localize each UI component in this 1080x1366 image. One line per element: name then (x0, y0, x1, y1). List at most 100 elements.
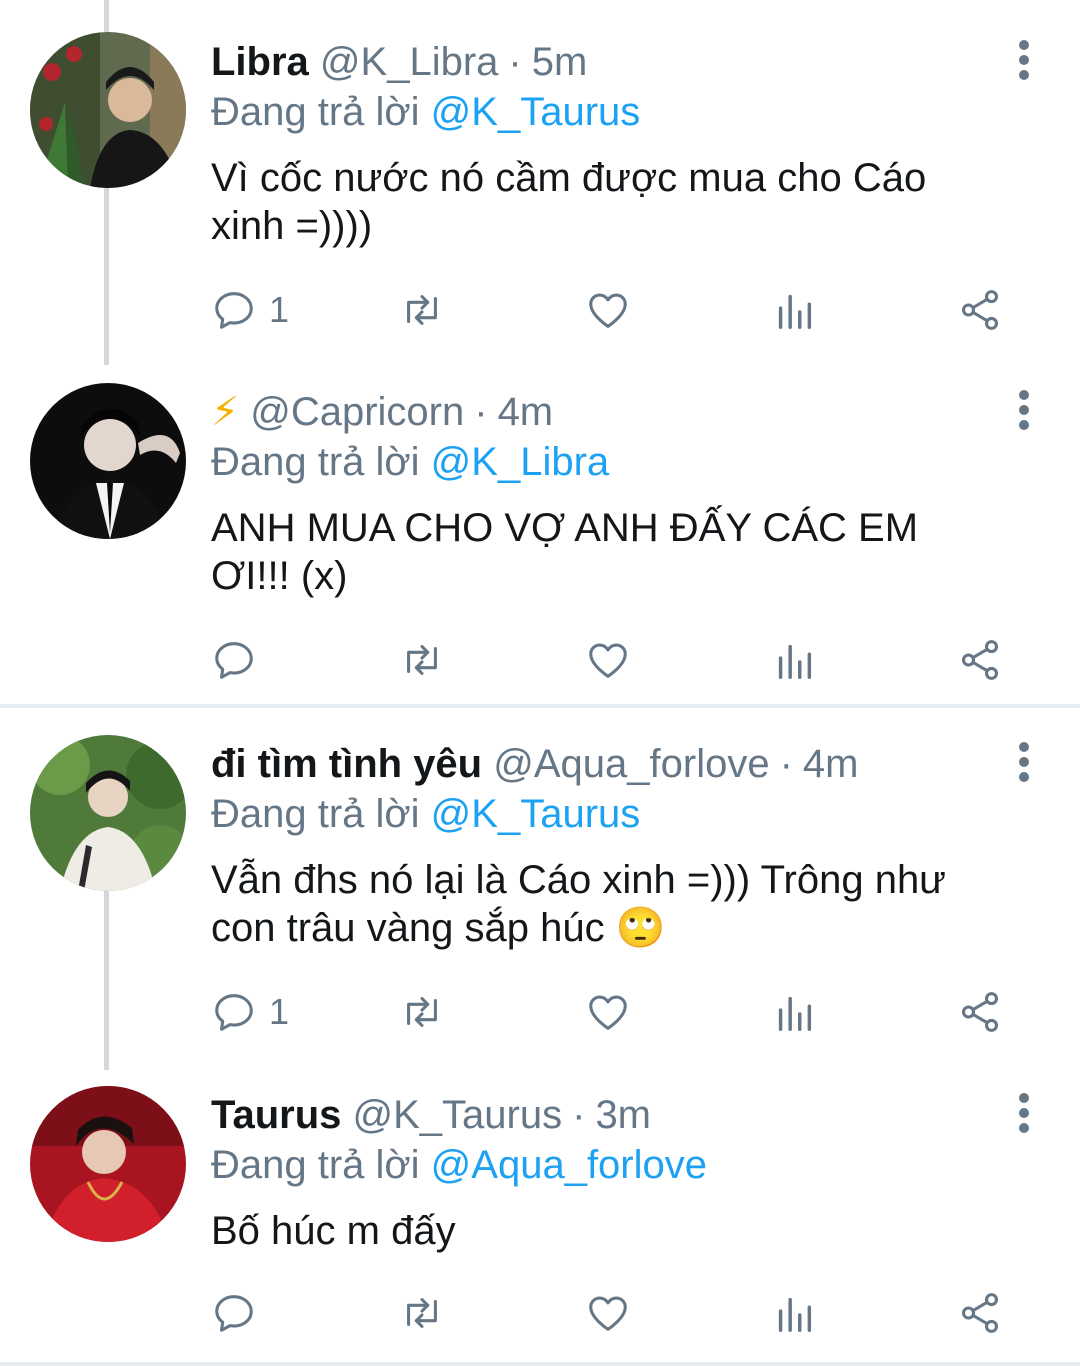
tweet-text-line: Vì cốc nước nó cầm được mua cho Cáo (211, 156, 927, 200)
more-options-icon[interactable] (1016, 1093, 1032, 1133)
user-handle[interactable]: @K_Libra (320, 40, 498, 84)
display-name[interactable]: ⚡ (211, 390, 239, 434)
reply-mention-link[interactable]: @Aqua_forlove (431, 1143, 707, 1187)
share-button[interactable] (957, 986, 1003, 1038)
reply-count: 1 (269, 991, 290, 1032)
tweet[interactable]: đi tìm tình yêu @Aqua_forlove · 4m Đang tr… (0, 702, 1080, 1062)
analytics-icon (778, 644, 812, 679)
reply-button[interactable] (211, 1287, 269, 1339)
analytics-button[interactable] (771, 284, 817, 336)
display-name[interactable]: Taurus (211, 1093, 341, 1137)
share-icon (961, 1293, 999, 1333)
separator-dot: · (779, 742, 793, 786)
retweet-button[interactable] (399, 986, 445, 1038)
tweet-text: ANH MUA CHO VỢ ANH ĐẤY CÁC EM ƠI!!! (x) (211, 504, 1010, 600)
tweet-text-line: ƠI!!! (x) (211, 554, 348, 598)
tweet[interactable]: Taurus @K_Taurus · 3m Đang trả lời @Aqua_f… (0, 1053, 1080, 1366)
like-icon (589, 293, 627, 328)
reply-context: Đang trả lời @K_Taurus (211, 88, 1010, 140)
tweet[interactable]: Libra @K_Libra · 5m Đang trả lời @K_Taurus… (0, 0, 1080, 360)
analytics-button[interactable] (771, 1287, 817, 1339)
reply-button[interactable]: 1 (211, 986, 289, 1038)
reply-context: Đang trả lời @K_Taurus (211, 790, 1010, 842)
display-name[interactable]: Libra (211, 40, 309, 84)
reply-button[interactable]: 1 (211, 284, 289, 336)
retweet-button[interactable] (399, 284, 445, 336)
reply-prefix: Đang trả lời (211, 440, 420, 484)
display-name[interactable]: đi tìm tình yêu (211, 742, 482, 786)
share-button[interactable] (957, 634, 1003, 686)
tweet-actions: 1 (211, 284, 1011, 336)
like-icon (589, 1296, 627, 1331)
analytics-button[interactable] (771, 634, 817, 686)
timestamp[interactable]: 4m (803, 742, 859, 786)
reply-icon (215, 642, 253, 679)
avatar[interactable] (30, 32, 186, 188)
reply-mention-link[interactable]: @K_Taurus (431, 90, 641, 134)
retweet-button[interactable] (399, 1287, 445, 1339)
tweet-text: Bố húc m đấy (211, 1207, 1010, 1255)
reply-prefix: Đang trả lời (211, 1143, 420, 1187)
reply-prefix: Đang trả lời (211, 90, 420, 134)
analytics-button[interactable] (771, 986, 817, 1038)
user-handle[interactable]: @Capricorn (250, 390, 464, 434)
avatar[interactable] (30, 735, 186, 891)
analytics-icon (778, 996, 812, 1031)
tweet-text-line: ANH MUA CHO VỢ ANH ĐẤY CÁC EM (211, 506, 919, 550)
tweet[interactable]: ⚡ @Capricorn · 4m Đang trả lời @K_Libra AN… (0, 350, 1080, 705)
retweet-icon (407, 1298, 437, 1328)
separator-dot: · (508, 40, 522, 84)
tweet-text: Vẫn đhs nó lại là Cáo xinh =))) Trông nh… (211, 856, 1010, 952)
retweet-icon (407, 997, 437, 1027)
reply-icon (215, 994, 253, 1031)
reply-context: Đang trả lời @K_Libra (211, 438, 1010, 490)
tweet-actions (211, 634, 1011, 686)
reply-mention-link[interactable]: @K_Libra (431, 440, 609, 484)
like-button[interactable] (585, 284, 631, 336)
timestamp[interactable]: 3m (595, 1093, 651, 1137)
bottom-divider (0, 1362, 1080, 1366)
user-handle[interactable]: @Aqua_forlove (493, 742, 769, 786)
like-icon (589, 643, 627, 678)
reply-icon (215, 1295, 253, 1332)
reply-context: Đang trả lời @Aqua_forlove (211, 1141, 1010, 1193)
reply-count: 1 (269, 289, 290, 330)
tweet-header: Taurus @K_Taurus · 3m (211, 1091, 1010, 1139)
reply-mention-link[interactable]: @K_Taurus (431, 792, 641, 836)
analytics-icon (778, 1297, 812, 1332)
retweet-icon (407, 295, 437, 325)
retweet-icon (407, 645, 437, 675)
reply-prefix: Đang trả lời (211, 792, 420, 836)
timestamp[interactable]: 5m (532, 40, 588, 84)
tweet-text: Vì cốc nước nó cầm được mua cho Cáo xinh… (211, 154, 1010, 250)
more-options-icon[interactable] (1016, 390, 1032, 430)
separator-dot: · (474, 390, 488, 434)
avatar[interactable] (30, 383, 186, 539)
tweet-text-line: con trâu vàng sắp húc 🙄 (211, 906, 666, 950)
tweet-text-line: Bố húc m đấy (211, 1209, 456, 1253)
timestamp[interactable]: 4m (498, 390, 554, 434)
more-options-icon[interactable] (1016, 40, 1032, 80)
retweet-button[interactable] (399, 634, 445, 686)
reply-button[interactable] (211, 634, 269, 686)
tweet-header: Libra @K_Libra · 5m (211, 38, 1010, 86)
like-button[interactable] (585, 634, 631, 686)
tweet-text-line: Vẫn đhs nó lại là Cáo xinh =))) Trông nh… (211, 858, 946, 902)
tweet-text-line: xinh =)))) (211, 204, 373, 248)
tweet-header: ⚡ @Capricorn · 4m (211, 388, 1010, 436)
like-button[interactable] (585, 986, 631, 1038)
share-button[interactable] (957, 1287, 1003, 1339)
share-icon (961, 992, 999, 1032)
tweet-actions (211, 1287, 1011, 1339)
tweet-actions: 1 (211, 986, 1011, 1038)
separator-dot: · (572, 1093, 586, 1137)
like-icon (589, 995, 627, 1030)
avatar[interactable] (30, 1086, 186, 1242)
more-options-icon[interactable] (1016, 742, 1032, 782)
user-handle[interactable]: @K_Taurus (353, 1093, 563, 1137)
share-button[interactable] (957, 284, 1003, 336)
like-button[interactable] (585, 1287, 631, 1339)
share-icon (961, 290, 999, 330)
tweet-header: đi tìm tình yêu @Aqua_forlove · 4m (211, 740, 1010, 788)
analytics-icon (778, 294, 812, 329)
